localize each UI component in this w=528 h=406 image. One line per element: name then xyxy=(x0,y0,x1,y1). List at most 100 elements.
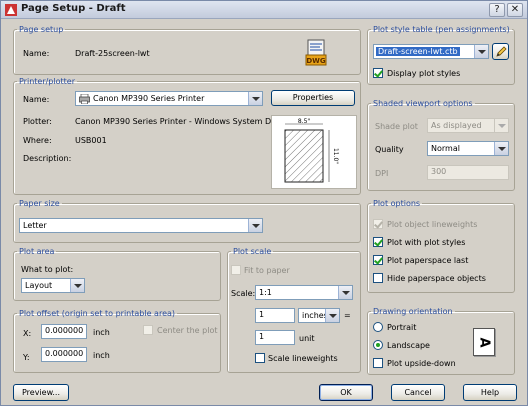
where-value: USB001 xyxy=(75,136,107,145)
plotter-value: Canon MP390 Series Printer - Windows Sys… xyxy=(75,117,289,126)
center-plot-checkbox[interactable] xyxy=(143,325,153,335)
what-to-plot-value: Layout xyxy=(25,281,53,290)
fit-to-paper-label: Fit to paper xyxy=(244,266,290,275)
scale-select[interactable]: 1:1 xyxy=(255,285,353,300)
quality-label: Quality xyxy=(375,145,404,154)
chevron-down-icon[interactable] xyxy=(338,286,352,299)
scale-label: Scale: xyxy=(231,289,256,298)
chevron-down-icon[interactable] xyxy=(494,119,508,132)
printer-name-value: Canon MP390 Series Printer xyxy=(93,94,205,103)
landscape-orientation-icon: A xyxy=(473,328,495,356)
pencil-edit-icon xyxy=(496,46,507,57)
hide-paperspace-objects-checkbox[interactable] xyxy=(373,273,383,283)
shade-plot-select[interactable]: As displayed xyxy=(427,118,509,133)
orientation-glyph: A xyxy=(476,337,492,348)
plot-object-lineweights-label: Plot object lineweights xyxy=(387,220,478,229)
ok-button[interactable]: OK xyxy=(319,384,373,401)
portrait-label: Portrait xyxy=(387,323,417,332)
offset-y-input[interactable]: 0.000000 xyxy=(41,347,87,362)
shade-plot-label: Shade plot xyxy=(375,122,418,131)
unit-label: unit xyxy=(299,334,315,343)
scale-lineweights-label: Scale lineweights xyxy=(268,354,338,363)
plot-paperspace-last-checkbox[interactable] xyxy=(373,255,383,265)
offset-y-label: Y: xyxy=(23,353,30,362)
printer-plotter-legend: Printer/plotter xyxy=(19,77,75,86)
inches-input[interactable]: 1 xyxy=(255,308,295,323)
landscape-label: Landscape xyxy=(387,341,430,350)
plot-scale-legend: Plot scale xyxy=(233,247,272,256)
plot-style-table-select[interactable]: Draft-screen-lwt.ctb xyxy=(373,44,489,59)
chevron-down-icon[interactable] xyxy=(248,92,262,105)
title-bar[interactable]: Page Setup - Draft ? ✕ xyxy=(1,1,527,19)
page-setup-dialog: Page Setup - Draft ? ✕ Page setup Name: … xyxy=(0,0,528,406)
unit-input[interactable]: 1 xyxy=(255,330,295,345)
quality-select[interactable]: Normal xyxy=(427,141,509,156)
chevron-down-icon[interactable] xyxy=(70,279,84,292)
plot-offset-group: Plot offset (origin set to printable are… xyxy=(13,309,221,373)
display-plot-styles-label: Display plot styles xyxy=(387,69,461,78)
fit-to-paper-checkbox[interactable] xyxy=(231,265,241,275)
plot-style-table-legend: Plot style table (pen assignments) xyxy=(373,25,510,34)
window-title: Page Setup - Draft xyxy=(21,3,126,14)
where-label: Where: xyxy=(23,136,52,145)
chevron-down-icon[interactable] xyxy=(325,309,339,322)
page-setup-legend: Page setup xyxy=(19,25,64,34)
dpi-input[interactable]: 300 xyxy=(427,165,509,180)
what-to-plot-label: What to plot: xyxy=(21,265,74,274)
paper-width-label: 8.5" xyxy=(298,118,311,125)
chevron-down-icon[interactable] xyxy=(494,142,508,155)
center-plot-label: Center the plot xyxy=(157,326,218,335)
paper-size-value: Letter xyxy=(23,221,47,230)
plot-offset-legend: Plot offset (origin set to printable are… xyxy=(19,309,176,318)
chevron-down-icon[interactable] xyxy=(474,45,488,58)
shade-plot-value: As displayed xyxy=(431,121,482,130)
plot-style-table-value: Draft-screen-lwt.ctb xyxy=(376,47,460,56)
scale-value: 1:1 xyxy=(259,288,272,297)
description-label: Description: xyxy=(23,154,72,163)
dwg-icon-text: DWG xyxy=(306,57,326,65)
plot-upside-down-checkbox[interactable] xyxy=(373,358,383,368)
page-setup-name-label: Name: xyxy=(23,49,50,58)
units-select[interactable]: inches xyxy=(298,308,340,323)
plot-upside-down-label: Plot upside-down xyxy=(387,359,456,368)
paper-preview: 8.5" 11.0" xyxy=(271,115,357,189)
properties-button[interactable]: Properties xyxy=(271,90,355,106)
offset-x-unit: inch xyxy=(93,328,110,337)
display-plot-styles-checkbox[interactable] xyxy=(373,68,383,78)
dpi-label: DPI xyxy=(375,169,389,178)
portrait-radio[interactable] xyxy=(373,322,383,332)
what-to-plot-select[interactable]: Layout xyxy=(21,278,85,293)
plot-paperspace-last-label: Plot paperspace last xyxy=(387,256,469,265)
offset-x-input[interactable]: 0.000000 xyxy=(41,324,87,339)
offset-y-unit: inch xyxy=(93,351,110,360)
plot-object-lineweights-checkbox[interactable] xyxy=(373,219,383,229)
plot-options-legend: Plot options xyxy=(373,199,421,208)
paper-size-select[interactable]: Letter xyxy=(19,218,263,233)
printer-icon xyxy=(79,94,90,104)
shaded-viewport-legend: Shaded viewport options xyxy=(373,99,473,108)
cancel-button[interactable]: Cancel xyxy=(391,384,445,401)
chevron-down-icon[interactable] xyxy=(248,219,262,232)
plot-with-styles-checkbox[interactable] xyxy=(373,237,383,247)
page-setup-name-value: Draft-25screen-lwt xyxy=(75,49,150,58)
hide-paperspace-objects-label: Hide paperspace objects xyxy=(387,274,486,283)
paper-preview-graphic: 8.5" 11.0" xyxy=(284,118,339,183)
plot-area-legend: Plot area xyxy=(19,247,55,256)
landscape-radio[interactable] xyxy=(373,340,383,350)
equals-sign: = xyxy=(344,311,351,320)
paper-size-legend: Paper size xyxy=(19,199,60,208)
drawing-orientation-legend: Drawing orientation xyxy=(373,307,453,316)
units-value: inches xyxy=(302,311,328,320)
app-icon xyxy=(5,4,17,16)
preview-button[interactable]: Preview... xyxy=(13,384,69,401)
edit-plot-style-button[interactable] xyxy=(492,43,509,60)
close-icon[interactable]: ✕ xyxy=(507,3,523,17)
plotter-label: Plotter: xyxy=(23,117,52,126)
help-button[interactable]: Help xyxy=(463,384,517,401)
quality-value: Normal xyxy=(431,144,460,153)
offset-x-label: X: xyxy=(23,329,32,338)
help-title-button[interactable]: ? xyxy=(489,3,505,17)
plot-with-styles-label: Plot with plot styles xyxy=(387,238,466,247)
scale-lineweights-checkbox[interactable] xyxy=(255,353,265,363)
printer-name-select[interactable]: Canon MP390 Series Printer xyxy=(75,91,263,106)
